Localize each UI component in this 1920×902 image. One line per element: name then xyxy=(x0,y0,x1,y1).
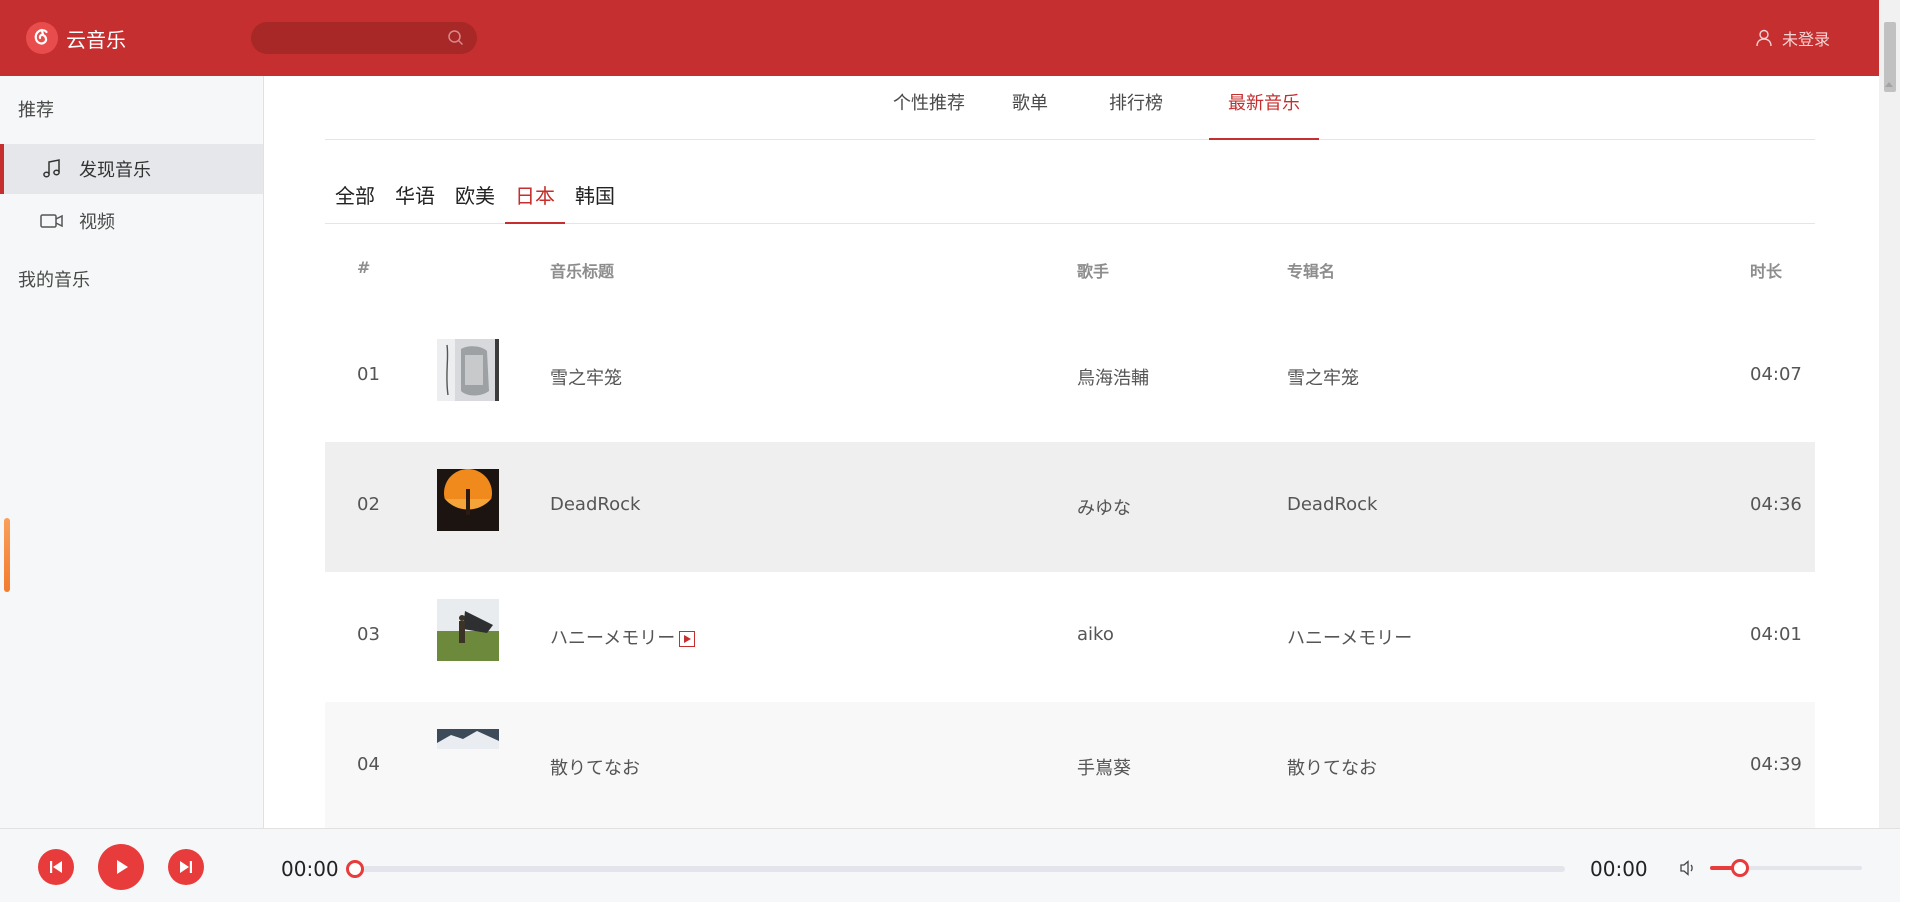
tab-new-music[interactable]: 最新音乐 xyxy=(1209,76,1319,140)
song-album[interactable]: 散りてなお xyxy=(1287,754,1377,780)
header-title: 音乐标题 xyxy=(550,262,615,281)
scroll-up-arrow-icon[interactable] xyxy=(1885,82,1893,87)
next-track-button[interactable] xyxy=(168,849,204,885)
table-row[interactable]: 04 散りてなお 手嶌葵 散りてなお 04:39 xyxy=(325,702,1815,828)
skip-next-icon xyxy=(180,861,192,873)
sidebar-item-label: 视频 xyxy=(79,212,115,233)
progress-slider[interactable] xyxy=(346,860,1565,878)
sidebar-item-discover-music[interactable]: 发现音乐 xyxy=(0,144,263,194)
search-icon[interactable] xyxy=(447,29,465,47)
region-category-tabs: 全部 华语 欧美 日本 韩国 xyxy=(325,176,1815,224)
volume-icon[interactable] xyxy=(1678,858,1698,878)
tab-charts[interactable]: 排行榜 xyxy=(1091,76,1181,140)
song-album[interactable]: 雪之牢笼 xyxy=(1287,364,1359,390)
sidebar-section-recommend: 推荐 xyxy=(18,100,54,121)
user-icon xyxy=(1756,29,1772,47)
category-chinese[interactable]: 华语 xyxy=(385,176,445,224)
sidebar-item-label: 发现音乐 xyxy=(79,160,151,181)
previous-track-button[interactable] xyxy=(38,849,74,885)
volume-slider-handle[interactable] xyxy=(1731,859,1750,877)
song-album[interactable]: DeadRock xyxy=(1287,494,1377,515)
header-artist: 歌手 xyxy=(1077,262,1110,281)
row-index: 02 xyxy=(357,494,380,515)
mv-play-icon[interactable] xyxy=(679,631,696,647)
volume-slider[interactable] xyxy=(1710,859,1862,877)
tab-personal-recommend[interactable]: 个性推荐 xyxy=(877,76,981,140)
music-note-icon xyxy=(40,157,64,181)
song-title[interactable]: DeadRock xyxy=(550,494,640,515)
category-japan[interactable]: 日本 xyxy=(505,176,565,224)
player-bar: 00:00 00:00 xyxy=(0,828,1900,902)
progress-slider-handle[interactable] xyxy=(346,860,364,878)
play-button[interactable] xyxy=(98,844,144,890)
login-button[interactable]: 未登录 xyxy=(1754,26,1830,50)
total-time: 00:00 xyxy=(1590,857,1648,881)
song-title[interactable]: 散りてなお xyxy=(550,754,640,780)
song-artist[interactable]: みゆな xyxy=(1077,494,1131,520)
header-index: # xyxy=(357,258,371,277)
category-western[interactable]: 欧美 xyxy=(445,176,505,224)
song-duration: 04:36 xyxy=(1750,494,1802,515)
tab-playlists[interactable]: 歌单 xyxy=(995,76,1065,140)
app-name: 云音乐 xyxy=(66,27,126,52)
table-header: # 音乐标题 歌手 专辑名 时长 xyxy=(325,244,1815,312)
app-logo[interactable]: 云音乐 xyxy=(26,22,126,54)
row-index: 03 xyxy=(357,624,380,645)
header-album: 专辑名 xyxy=(1287,262,1336,281)
page-scrollbar[interactable] xyxy=(1879,0,1900,828)
song-duration: 04:01 xyxy=(1750,624,1802,645)
login-label: 未登录 xyxy=(1781,30,1830,49)
song-artist[interactable]: 鳥海浩輔 xyxy=(1077,364,1149,390)
song-title[interactable]: ハニーメモリー xyxy=(550,628,675,649)
video-camera-icon xyxy=(40,209,64,233)
table-row[interactable]: 02 DeadRock みゆな DeadRock 04:36 xyxy=(325,442,1815,572)
category-all[interactable]: 全部 xyxy=(325,176,385,224)
album-cover[interactable] xyxy=(437,599,499,661)
song-artist[interactable]: 手嶌葵 xyxy=(1077,754,1131,780)
play-icon xyxy=(117,860,128,874)
song-title-cell[interactable]: ハニーメモリー xyxy=(550,624,696,650)
table-row[interactable]: 03 ハニーメモリー aiko ハニーメモリー 04:01 xyxy=(325,572,1815,702)
main-content: 个性推荐 歌单 排行榜 最新音乐 全部 华语 欧美 日本 韩国 # 音乐标题 歌… xyxy=(265,76,1879,828)
song-table: # 音乐标题 歌手 专辑名 时长 01 雪之牢笼 鳥海浩輔 雪之牢笼 04:07… xyxy=(325,244,1815,828)
search-input[interactable] xyxy=(251,22,477,54)
current-time: 00:00 xyxy=(281,857,339,881)
album-cover[interactable] xyxy=(437,729,499,749)
discover-nav-tabs: 个性推荐 歌单 排行榜 最新音乐 xyxy=(325,76,1815,140)
sidebar-section-my-music: 我的音乐 xyxy=(18,270,90,291)
album-cover[interactable] xyxy=(437,469,499,531)
sidebar: 推荐 发现音乐 视频 我的音乐 xyxy=(0,76,264,828)
netease-logo-icon xyxy=(26,22,58,54)
table-row[interactable]: 01 雪之牢笼 鳥海浩輔 雪之牢笼 04:07 xyxy=(325,312,1815,442)
sidebar-item-video[interactable]: 视频 xyxy=(0,196,263,246)
row-index: 01 xyxy=(357,364,380,385)
song-album[interactable]: ハニーメモリー xyxy=(1287,624,1412,650)
row-index: 04 xyxy=(357,754,380,775)
song-duration: 04:07 xyxy=(1750,364,1802,385)
sidebar-scroll-indicator[interactable] xyxy=(4,518,10,592)
song-title[interactable]: 雪之牢笼 xyxy=(550,364,622,390)
skip-previous-icon xyxy=(50,861,62,873)
category-korea[interactable]: 韩国 xyxy=(565,176,625,224)
song-artist[interactable]: aiko xyxy=(1077,624,1114,645)
top-bar: 云音乐 未登录 xyxy=(0,0,1900,76)
song-duration: 04:39 xyxy=(1750,754,1802,775)
header-duration: 时长 xyxy=(1750,262,1783,281)
album-cover[interactable] xyxy=(437,339,499,401)
